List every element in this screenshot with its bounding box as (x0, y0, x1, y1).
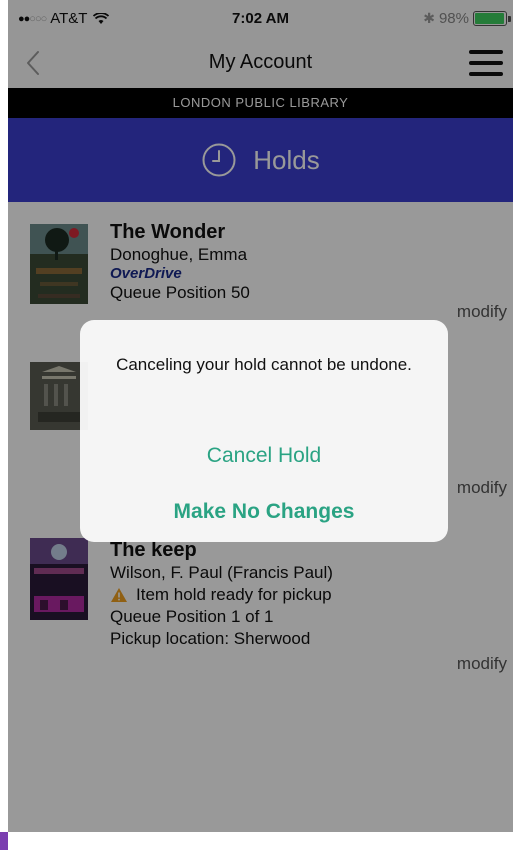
alert-message: Canceling your hold cannot be undone. (116, 355, 412, 374)
corner-accent (0, 832, 8, 850)
cancel-hold-button[interactable]: Cancel Hold (80, 444, 448, 468)
cancel-hold-alert: Canceling your hold cannot be undone. Ca… (80, 320, 448, 542)
app-screen: ●●○○○ AT&T 7:02 AM ✱ 98% My Account LOND… (8, 0, 513, 832)
make-no-changes-button[interactable]: Make No Changes (80, 500, 448, 524)
